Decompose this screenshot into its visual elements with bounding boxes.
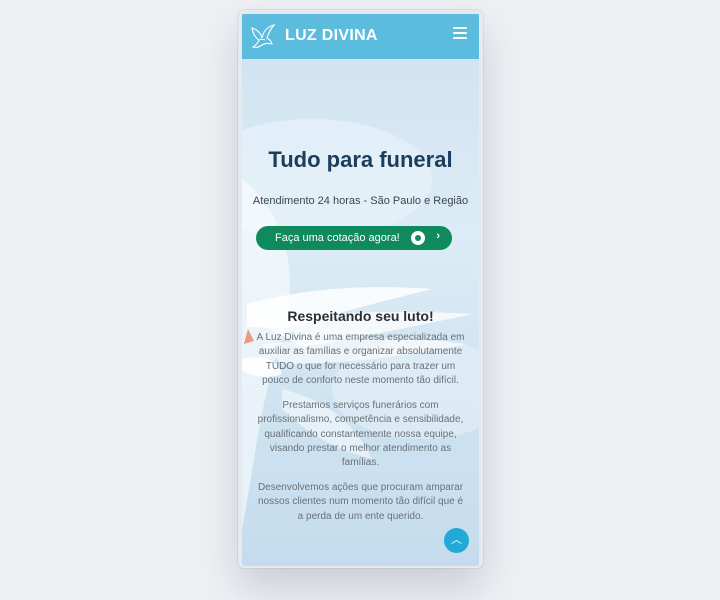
- about-paragraph: Desenvolvemos ações que procuram amparar…: [257, 482, 464, 522]
- about-paragraph: A Luz Divina é uma empresa especializada…: [256, 332, 465, 386]
- quote-button-label: Faça uma cotação agora!: [275, 232, 400, 244]
- brand-name[interactable]: LUZ DIVINA: [285, 27, 378, 45]
- main-content: Tudo para funeral Atendimento 24 horas -…: [242, 14, 479, 566]
- quote-button[interactable]: Faça uma cotação agora! ›: [256, 226, 452, 250]
- chevron-up-icon: ︿: [451, 534, 462, 546]
- hero-subtitle: Atendimento 24 horas - São Paulo e Regiã…: [252, 195, 469, 207]
- chevron-right-icon: ›: [436, 230, 440, 242]
- device-frame: LUZ DIVINA Tudo para funeral Atendimento…: [238, 10, 483, 568]
- hamburger-menu-icon[interactable]: [453, 27, 467, 39]
- hero-title: Tudo para funeral: [268, 147, 453, 172]
- about-paragraph: Prestamos serviços funerários com profis…: [257, 400, 464, 469]
- about-title: Respeitando seu luto!: [287, 308, 434, 324]
- whatsapp-icon: [411, 231, 425, 245]
- navbar: LUZ DIVINA: [242, 14, 479, 59]
- screen: LUZ DIVINA Tudo para funeral Atendimento…: [242, 14, 479, 566]
- back-to-top-button[interactable]: ︿: [444, 528, 469, 553]
- dove-icon[interactable]: [250, 22, 276, 50]
